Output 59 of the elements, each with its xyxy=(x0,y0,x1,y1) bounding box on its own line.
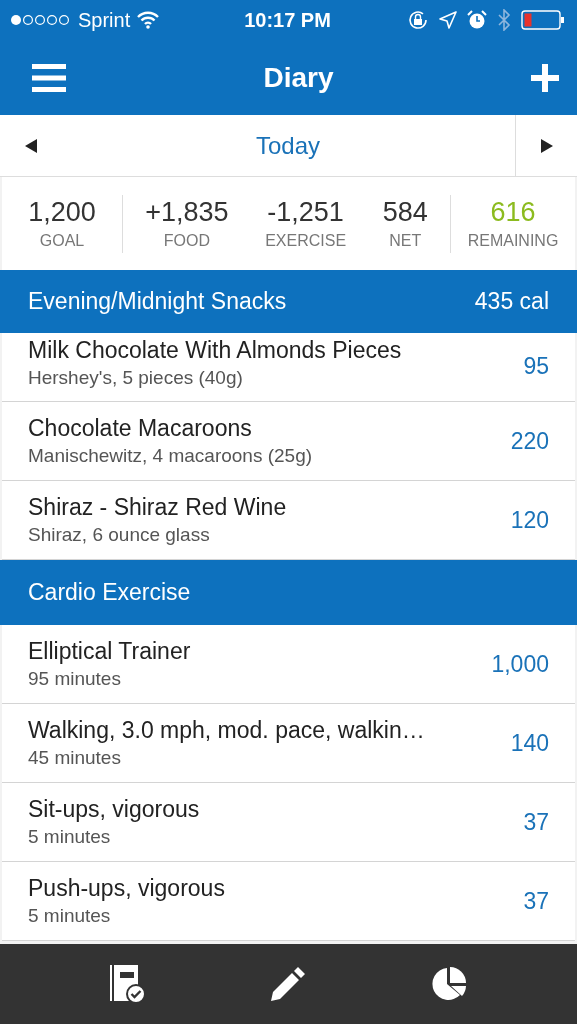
calorie-label: FOOD xyxy=(163,232,211,250)
bluetooth-icon xyxy=(497,9,511,31)
add-icon[interactable] xyxy=(531,63,559,92)
carrier-name: Sprint xyxy=(78,8,131,32)
previous-day-icon[interactable] xyxy=(24,138,37,153)
entry-detail: Manischewitz, 4 macaroons (25g) xyxy=(28,445,314,467)
entry-detail: 45 minutes xyxy=(28,747,122,769)
calorie-value: 616 xyxy=(490,197,536,228)
entry-calories: 140 xyxy=(510,729,549,757)
section-total: 435 cal xyxy=(474,288,549,315)
calorie-value: 584 xyxy=(382,197,428,228)
calorie-label: EXERCISE xyxy=(265,232,347,250)
battery-icon xyxy=(521,10,565,30)
entry-name: Chocolate Macaroons xyxy=(28,415,253,442)
entry-detail: Hershey's, 5 pieces (40g) xyxy=(28,367,244,389)
entry-calories: 120 xyxy=(510,506,549,534)
diary-entry[interactable]: Chocolate Macaroons Manischewitz, 4 macaroons (25g) 220 xyxy=(2,402,575,481)
entry-calories: 220 xyxy=(510,427,549,455)
entry-name: Sit-ups, vigorous xyxy=(28,796,201,823)
pie-chart-icon[interactable] xyxy=(430,966,467,1002)
alarm-clock-icon xyxy=(467,10,487,30)
location-arrow-icon xyxy=(439,11,457,29)
screen-title: Diary xyxy=(263,61,334,94)
entry-detail: 95 minutes xyxy=(28,668,122,690)
entry-calories: 37 xyxy=(523,808,549,836)
entry-name: Shiraz - Shiraz Red Wine xyxy=(28,494,288,521)
diary-entry[interactable]: Push-ups, vigorous 5 minutes 37 xyxy=(2,862,575,941)
diary-entry[interactable]: Sit-ups, vigorous 5 minutes 37 xyxy=(2,783,575,862)
diary-entry[interactable]: Elliptical Trainer 95 minutes 1,000 xyxy=(2,625,575,704)
wifi-icon xyxy=(136,11,161,29)
entry-name: Milk Chocolate With Almonds Pieces xyxy=(28,337,403,364)
diary-check-icon[interactable] xyxy=(110,965,147,1003)
menu-icon[interactable] xyxy=(32,62,66,93)
section-title: Evening/Midnight Snacks xyxy=(28,288,287,315)
entry-calories: 1,000 xyxy=(491,650,549,678)
diary-entry[interactable]: Milk Chocolate With Almonds Pieces Hershey's, 5 pieces (40g) 95 xyxy=(2,333,575,402)
entry-name: Walking, 3.0 mph, mod. pace, walkin… xyxy=(28,717,426,744)
entry-name: Push-ups, vigorous xyxy=(28,875,226,902)
diary-entry[interactable]: Walking, 3.0 mph, mod. pace, walkin… 45 minutes 140 xyxy=(2,704,575,783)
entry-detail: Shiraz, 6 ounce glass xyxy=(28,524,211,546)
calorie-value: +1,835 xyxy=(145,197,229,228)
section-title: Cardio Exercise xyxy=(28,579,191,606)
entry-detail: 5 minutes xyxy=(28,826,112,848)
calorie-label: GOAL xyxy=(39,232,85,250)
next-day-icon[interactable] xyxy=(540,138,553,153)
signal-icon xyxy=(10,14,72,26)
entry-name: Elliptical Trainer xyxy=(28,638,192,665)
entry-calories: 95 xyxy=(523,353,549,380)
entry-calories: 37 xyxy=(523,887,549,915)
status-time: 10:17 PM xyxy=(244,8,331,32)
calorie-value: 1,200 xyxy=(28,197,96,228)
calorie-value: -1,251 xyxy=(267,197,344,228)
calorie-label: REMAINING xyxy=(467,232,559,250)
diary-entry[interactable]: Shiraz - Shiraz Red Wine Shiraz, 6 ounce glass 120 xyxy=(2,481,575,560)
entry-detail: 5 minutes xyxy=(28,905,112,927)
pencil-icon[interactable] xyxy=(270,966,307,1002)
calorie-label: NET xyxy=(389,232,422,250)
rotation-lock-icon xyxy=(407,9,429,31)
date-label[interactable]: Today xyxy=(255,131,320,160)
